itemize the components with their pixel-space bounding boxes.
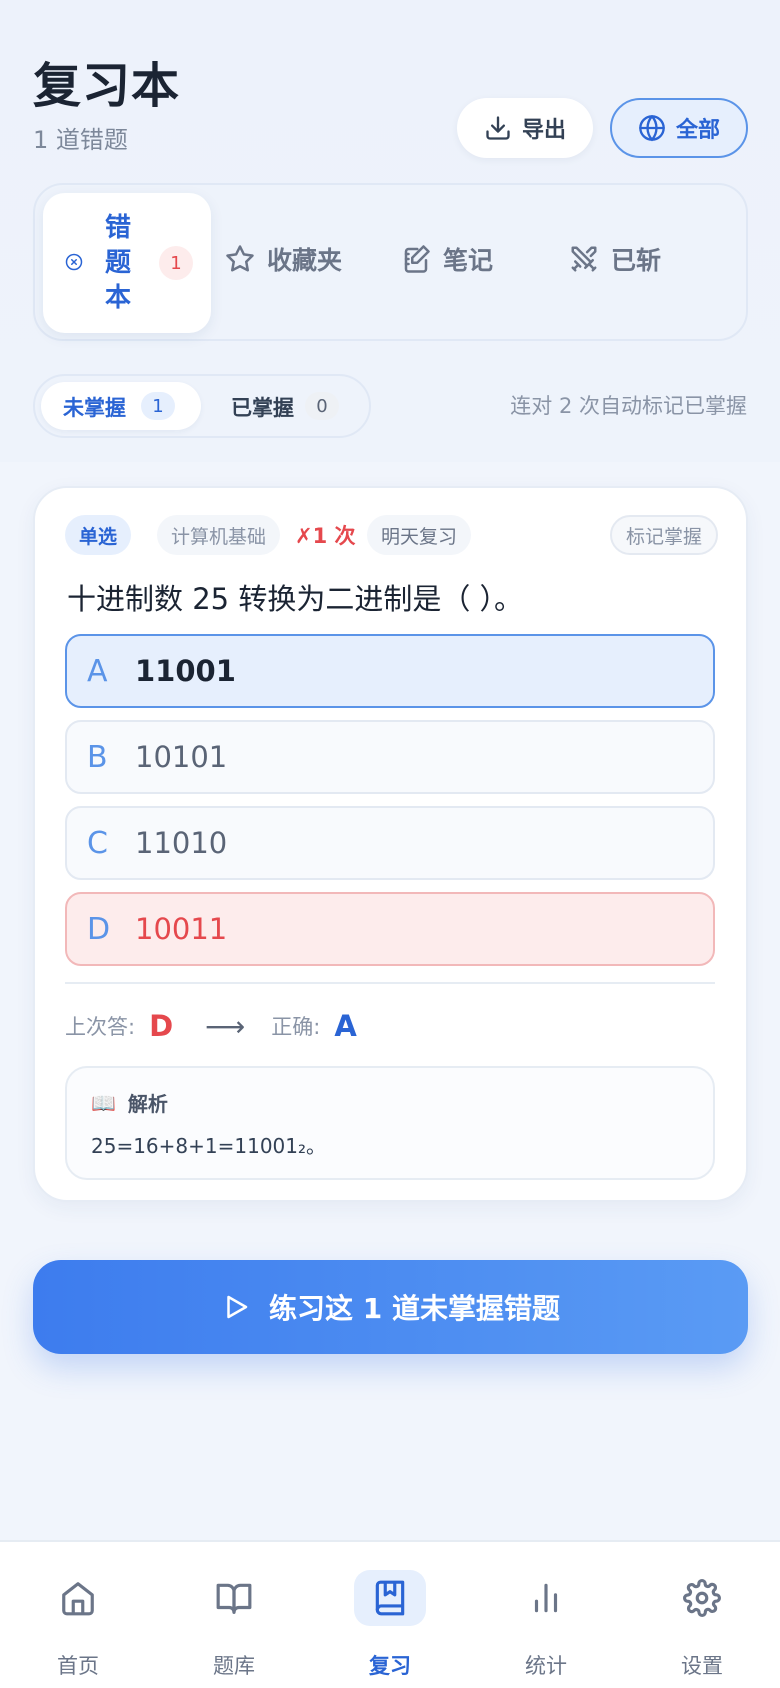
book-open-icon: [216, 1583, 252, 1614]
globe-icon: [639, 115, 665, 142]
nav-label: 首页: [57, 1654, 99, 1678]
option-d[interactable]: D 10011: [65, 892, 715, 966]
wrong-count-tag: ✗1 次: [295, 524, 356, 548]
explanation-title: 解析: [127, 1092, 168, 1116]
nav-label: 统计: [525, 1654, 567, 1678]
correct-answer-label: 正确:: [271, 1015, 321, 1039]
tab-wrong-questions[interactable]: 错 题 本 1: [43, 193, 211, 333]
segment-mastered-count: 0: [305, 392, 339, 420]
question-type-tag: 单选: [65, 515, 132, 555]
option-letter: D: [87, 912, 111, 947]
nav-item-home[interactable]: 首页: [0, 1542, 156, 1688]
page-title: 复习本: [33, 58, 181, 114]
bar-chart-icon: [534, 1583, 558, 1613]
nav-item-review[interactable]: 复习: [312, 1542, 468, 1688]
nav-label: 复习: [369, 1654, 411, 1678]
count-badge: 1: [159, 246, 193, 280]
nav-item-settings[interactable]: 设置: [624, 1542, 780, 1688]
arrow-right-icon: ⟶: [205, 1009, 246, 1043]
practice-button[interactable]: 练习这 1 道未掌握错题: [33, 1260, 748, 1354]
gear-icon: [683, 1579, 721, 1617]
book-icon: 📖: [91, 1090, 116, 1115]
option-a[interactable]: A 11001: [65, 634, 715, 708]
last-answer-label: 上次答:: [65, 1015, 136, 1039]
auto-master-hint: 连对 2 次自动标记已掌握: [510, 394, 747, 418]
question-card: 单选 计算机基础 ✗1 次 明天复习 标记掌握 十进制数 25 转换为二进制是（…: [33, 486, 748, 1202]
explanation-box: 📖 解析 25=16+8+1=11001₂。: [65, 1066, 715, 1180]
explanation-header: 📖 解析: [91, 1088, 168, 1117]
mastery-segment: 未掌握 1 已掌握 0: [33, 374, 371, 438]
last-answer-value: D: [149, 1009, 174, 1043]
explanation-text: 25=16+8+1=11001₂。: [91, 1134, 327, 1158]
subject-tag: 计算机基础: [157, 515, 281, 555]
mark-mastered-button[interactable]: 标记掌握: [609, 515, 718, 555]
play-icon: [227, 1295, 248, 1319]
tab-notes[interactable]: 笔记: [401, 239, 493, 279]
home-icon: [62, 1582, 94, 1616]
divider: [65, 982, 715, 984]
close-circle-icon: [65, 253, 83, 271]
question-text: 十进制数 25 转换为二进制是（ ）。: [67, 582, 524, 616]
practice-button-label: 练习这 1 道未掌握错题: [269, 1292, 560, 1325]
nav-label: 题库: [213, 1654, 255, 1678]
review-date-tag: 明天复习: [367, 515, 472, 555]
bottom-nav: 首页 题库 复习 统计 设置: [0, 1540, 780, 1688]
nav-label: 设置: [681, 1654, 723, 1678]
option-b[interactable]: B 10101: [65, 720, 715, 794]
answer-summary: 上次答: D ⟶ 正确: A: [65, 1006, 357, 1046]
option-text: 11001: [135, 654, 236, 688]
filter-all-button[interactable]: 全部: [610, 98, 748, 158]
option-text: 10101: [135, 740, 228, 774]
segment-unmastered-label[interactable]: 未掌握: [63, 392, 126, 422]
tab-slain[interactable]: 已斩: [569, 239, 661, 279]
option-text: 10011: [135, 912, 228, 946]
segment-unmastered-count: 1: [141, 392, 175, 420]
option-text: 11010: [135, 826, 228, 860]
option-letter: C: [87, 826, 108, 861]
option-c[interactable]: C 11010: [65, 806, 715, 880]
star-icon: [226, 245, 254, 272]
note-icon: [404, 245, 430, 273]
download-icon: [486, 116, 510, 140]
nav-item-question-bank[interactable]: 题库: [156, 1542, 312, 1688]
nav-item-stats[interactable]: 统计: [468, 1542, 624, 1688]
review-tabs: 错 题 本 1 收藏夹 笔记 已斩: [33, 183, 748, 341]
page-subtitle: 1 道错题: [33, 126, 128, 154]
filter-label: 全部: [675, 118, 720, 143]
segment-mastered-label[interactable]: 已掌握: [231, 392, 294, 422]
swords-icon: [571, 246, 597, 272]
tab-wrong-questions-label: 错 题 本: [104, 213, 131, 313]
bookmark-book-icon: [375, 1580, 405, 1616]
export-button[interactable]: 导出: [457, 98, 593, 158]
option-letter: A: [87, 654, 108, 689]
export-label: 导出: [521, 118, 566, 143]
correct-answer-value: A: [334, 1009, 357, 1043]
option-letter: B: [87, 740, 108, 775]
tab-favorites[interactable]: 收藏夹: [225, 239, 342, 279]
